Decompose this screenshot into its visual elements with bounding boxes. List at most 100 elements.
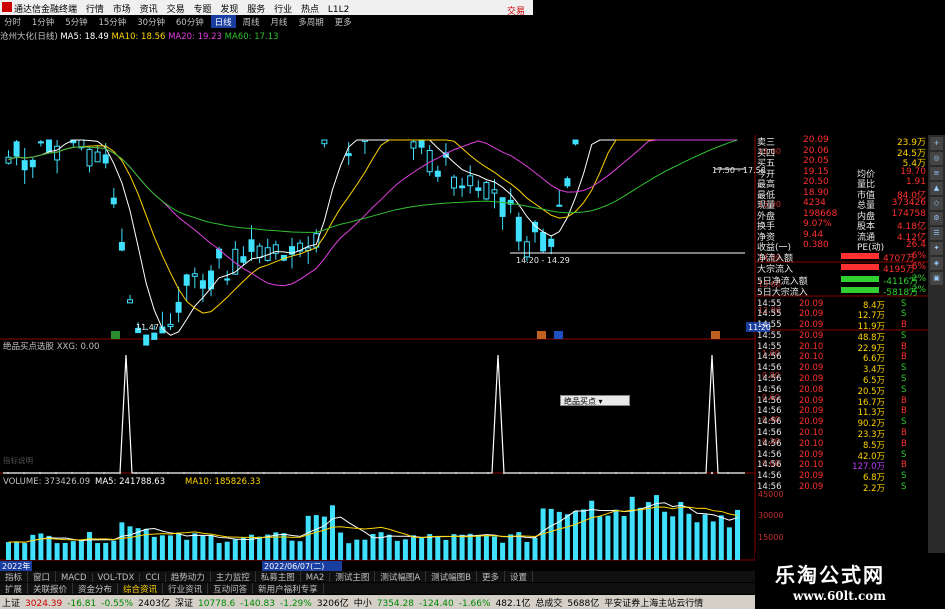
- signal-dot: [550, 471, 554, 475]
- indicator-tab[interactable]: 主力监控: [211, 571, 256, 582]
- toolbar-button-icon[interactable]: ✦: [930, 242, 943, 255]
- volume-bar: [313, 515, 319, 560]
- candle-body: [540, 231, 547, 252]
- volume-bar: [159, 535, 165, 560]
- toolbar-button-icon[interactable]: ▲: [930, 182, 943, 195]
- indicator-tab[interactable]: 更多: [477, 571, 506, 582]
- candle-body: [499, 197, 506, 217]
- trade-time: 14:55: [757, 320, 782, 331]
- candle-body: [467, 175, 474, 187]
- extension-tab[interactable]: 新用户福利专享: [253, 583, 324, 594]
- volume-bar: [402, 539, 408, 560]
- volume-bar: [483, 535, 489, 560]
- volume-bar: [289, 540, 295, 560]
- volume-bar: [111, 540, 117, 560]
- signal-dot: [262, 471, 266, 475]
- volume-bar: [443, 539, 449, 560]
- trade-time: 14:56: [757, 471, 782, 482]
- toolbar-button-icon[interactable]: ◈: [930, 257, 943, 270]
- toolbar-button-icon[interactable]: ≡: [930, 167, 943, 180]
- trade-row: 14:56 20.10 127.0万 B: [755, 460, 928, 472]
- indicator-tab[interactable]: 测试主图: [330, 571, 376, 582]
- volume-bar: [62, 542, 68, 560]
- trade-side: S: [901, 374, 907, 385]
- volume-bar: [386, 534, 392, 560]
- extension-tab[interactable]: 互动问答: [208, 583, 254, 594]
- index-status-bar: 上证 3024.39 -16.81 -0.55% 2403亿 深证 10778.6 -140.…: [0, 595, 755, 609]
- fund-flow-row: 5日净流入额 -4116万 -2%: [755, 273, 928, 287]
- quote-value: 373426: [891, 198, 926, 208]
- flow-pct: -2%: [908, 273, 926, 284]
- quote-row: 买五 20.05 5.4万: [755, 156, 928, 169]
- signal-dot: [134, 471, 138, 475]
- indicator-tab[interactable]: MA2: [301, 573, 331, 582]
- trade-side: S: [901, 417, 907, 428]
- trade-row: 14:56 20.09 90.2万 S: [755, 417, 928, 429]
- buy-point-popup[interactable]: 绝品买点 ▾: [560, 395, 630, 406]
- candle-body: [29, 159, 36, 168]
- volume-bar: [508, 534, 514, 560]
- date-tag-text: 2022/06/07(二): [264, 562, 324, 571]
- volume-bar: [273, 532, 279, 560]
- trade-side: B: [901, 320, 907, 331]
- extension-tab[interactable]: 关联报价: [28, 583, 74, 594]
- signal-marker: [537, 331, 546, 339]
- indicator-tab[interactable]: 设置: [505, 571, 534, 582]
- toolbar-button-icon[interactable]: ◎: [930, 152, 943, 165]
- signal-dot: [246, 471, 250, 475]
- extension-tab[interactable]: 综合资讯: [118, 583, 164, 594]
- quote-value: 20.06: [803, 145, 829, 156]
- volume-bar: [151, 536, 157, 560]
- toolbar-button-icon[interactable]: ▣: [930, 272, 943, 285]
- extension-tab[interactable]: 扩展: [0, 583, 29, 594]
- indicator-tab[interactable]: 测试幅图A: [375, 571, 427, 582]
- extension-tab[interactable]: 资金分布: [73, 583, 119, 594]
- quote-value: 9.07%: [803, 219, 832, 229]
- trade-row: 14:56 20.09 6.8万 S: [755, 471, 928, 483]
- trade-price: 20.09: [799, 363, 824, 374]
- trade-side: B: [901, 395, 907, 406]
- trade-time: 14:56: [757, 417, 782, 428]
- candle-body: [256, 245, 263, 259]
- signal-dot: [310, 471, 314, 475]
- trade-row: 14:55 20.09 8.4万 S: [755, 299, 928, 311]
- toolbar-button-icon[interactable]: ☰: [930, 227, 943, 240]
- signal-dot: [198, 471, 202, 475]
- indicator-tab[interactable]: 窗口: [28, 571, 57, 582]
- quote-row: 买四 20.06 24.5万: [755, 145, 928, 159]
- candle-body: [199, 280, 206, 289]
- trade-side: S: [901, 363, 907, 374]
- volume-bar: [265, 534, 271, 560]
- trade-side: B: [901, 428, 907, 439]
- candle-body: [410, 141, 417, 149]
- volume-bar: [184, 539, 190, 560]
- candle-body: [248, 239, 255, 252]
- trade-price: 20.10: [799, 352, 824, 363]
- indicator-tab[interactable]: VOL-TDX: [93, 573, 141, 582]
- extension-tab[interactable]: 行业资讯: [163, 583, 209, 594]
- indicator-tab[interactable]: 指标: [0, 571, 29, 582]
- candle-body: [434, 170, 441, 177]
- trade-price: 20.09: [799, 395, 824, 406]
- indicator-tab[interactable]: 测试幅图B: [426, 571, 477, 582]
- volume-bar: [127, 526, 133, 560]
- indicator-tab[interactable]: MACD: [56, 573, 93, 582]
- quote-row: 今开 19.15 均价 19.70: [755, 167, 928, 180]
- volume-bar: [718, 515, 724, 560]
- indicator-tab[interactable]: 趋势动力: [166, 571, 211, 582]
- toolbar-button-icon[interactable]: +: [930, 137, 943, 150]
- trade-row: 14:56 20.09 2.2万 S: [755, 482, 928, 494]
- trade-time: 14:56: [757, 352, 782, 363]
- trade-side: S: [901, 330, 907, 341]
- volume-bar: [200, 535, 206, 560]
- candle-body: [110, 197, 117, 205]
- status-item: 平安证券上海主站云行情: [604, 599, 704, 609]
- status-item: 10778.6: [198, 599, 236, 609]
- status-item: -124.40: [418, 599, 454, 609]
- indicator-tab[interactable]: CCI: [140, 573, 166, 582]
- candle-body: [94, 151, 101, 163]
- candle-body: [556, 204, 563, 207]
- indicator-tab[interactable]: 私募主图: [256, 571, 301, 582]
- toolbar-button-icon[interactable]: ⚙: [930, 212, 943, 225]
- toolbar-button-icon[interactable]: ◇: [930, 197, 943, 210]
